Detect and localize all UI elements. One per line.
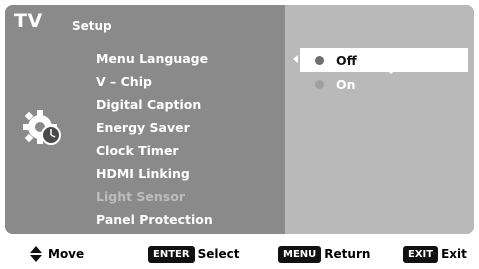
radio-unselected-icon: [315, 79, 324, 89]
menu-item-panel-protection[interactable]: Panel Protection: [96, 208, 213, 231]
hint-move: Move: [30, 246, 84, 262]
option-label: On: [336, 76, 356, 92]
menu-item-light-sensor: Light Sensor: [96, 189, 185, 204]
enter-key-icon: ENTER: [148, 245, 195, 263]
options-pane: [285, 5, 474, 234]
menu-item-digital-caption[interactable]: Digital Caption: [96, 93, 213, 116]
menu-item-menu-language[interactable]: Menu Language: [96, 47, 213, 70]
menu-frame: [5, 5, 474, 234]
tv-setup-osd: TV Setup Menu Language V – Chip Digital …: [0, 0, 479, 269]
arrow-left-icon: [293, 55, 298, 63]
menu-key-icon: MENU: [278, 245, 322, 263]
gear-clock-icon: [23, 110, 61, 145]
option-off[interactable]: Off: [300, 48, 468, 72]
footer-help-bar: Move ENTER Select MENU Return EXIT Exit: [0, 239, 479, 269]
hint-exit: EXIT Exit: [403, 245, 467, 263]
exit-key-icon: EXIT: [403, 245, 439, 263]
option-on[interactable]: On: [305, 72, 468, 96]
hint-select: ENTER Select: [148, 245, 240, 263]
menu-item-hdmi-linking[interactable]: HDMI Linking: [96, 162, 213, 185]
hint-select-label: Select: [197, 247, 240, 261]
option-label: Off: [336, 52, 357, 68]
tv-label: TV: [14, 10, 43, 32]
hint-exit-label: Exit: [441, 247, 467, 261]
setup-menu: Menu Language V – Chip Digital Caption E…: [96, 47, 213, 231]
radio-selected-icon: [315, 55, 324, 65]
section-title: Setup: [72, 19, 112, 33]
hint-return-label: Return: [324, 247, 371, 261]
up-down-arrows-icon: [30, 246, 42, 262]
menu-item-energy-saver[interactable]: Energy Saver: [96, 116, 213, 139]
arrow-down-icon: [386, 69, 396, 74]
hint-return: MENU Return: [278, 245, 371, 263]
hint-move-label: Move: [48, 247, 85, 261]
menu-item-clock-timer[interactable]: Clock Timer: [96, 139, 213, 162]
menu-item-v-chip[interactable]: V – Chip: [96, 70, 213, 93]
